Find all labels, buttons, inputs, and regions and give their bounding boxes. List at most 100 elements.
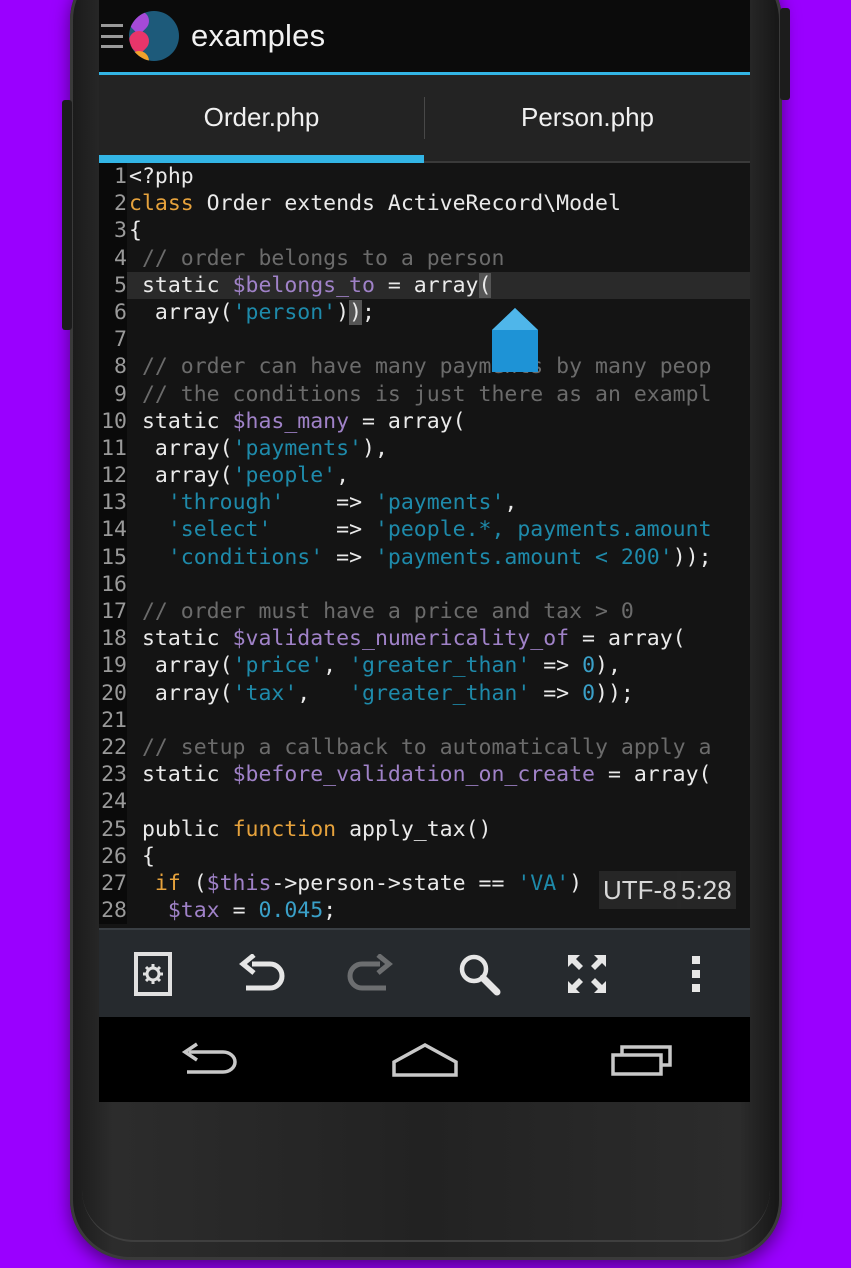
code-text[interactable]: if ($this->person->state == 'VA') [129,870,582,897]
search-icon [459,954,501,995]
line-number: 6 [99,298,127,327]
code-text[interactable]: { [129,217,142,244]
code-line[interactable]: 10 static $has_many = array( [99,407,750,435]
search-button[interactable] [449,944,509,1004]
code-text[interactable]: array('tax', 'greater_than' => 0)); [129,680,634,707]
line-number: 10 [99,407,127,435]
code-line[interactable]: 18 static $validates_numericality_of = a… [99,625,750,653]
line-number: 22 [99,733,127,762]
code-text[interactable]: <?php [129,163,194,190]
line-number: 27 [99,869,127,898]
code-text[interactable]: // order can have many payments by many … [129,353,712,380]
code-line[interactable]: 2 class Order extends ActiveRecord\Model [99,190,750,218]
code-line[interactable]: 17 // order must have a price and tax > … [99,598,750,626]
code-text[interactable]: 'conditions' => 'payments.amount < 200')… [129,544,712,571]
power-button [780,8,790,100]
code-line[interactable]: 23 static $before_validation_on_create =… [99,761,750,789]
redo-icon [347,953,394,990]
code-editor[interactable]: 1 <?php 2 class Order extends ActiveRecord\… [99,163,750,928]
line-number: 18 [99,625,127,653]
code-text[interactable]: // setup a callback to automatically app… [129,734,712,761]
code-text[interactable]: array('price', 'greater_than' => 0), [129,652,621,679]
code-text[interactable]: 'select' => 'people.*, payments.amount [129,516,712,543]
code-text[interactable]: 'through' => 'payments', [129,489,518,516]
line-number: 15 [99,543,127,571]
app-logo-icon[interactable] [129,11,179,61]
code-text[interactable]: array('person')); [129,299,375,326]
code-text[interactable]: static $has_many = array( [129,408,466,435]
code-line[interactable]: 24 [99,788,750,816]
code-line[interactable]: 3{ [99,217,750,245]
code-line[interactable]: 6 array('person')); [99,298,750,327]
code-line[interactable]: 14 'select' => 'people.*, payments.amoun… [99,516,750,544]
line-number: 24 [99,788,127,816]
code-text[interactable]: class Order extends ActiveRecord\Model [129,190,621,217]
tab-person-php[interactable]: Person.php [425,75,750,161]
code-line[interactable]: 13 'through' => 'payments', [99,489,750,517]
code-text[interactable]: { [129,843,155,870]
encoding-indicator[interactable]: UTF-8 [599,871,681,909]
line-number: 17 [99,598,127,626]
line-number: 7 [99,326,127,354]
code-line[interactable]: 15 'conditions' => 'payments.amount < 20… [99,543,750,571]
code-line[interactable]: 26 { [99,842,750,870]
volume-button [62,100,72,330]
tab-order-php[interactable]: Order.php [99,75,424,163]
line-number: 26 [99,842,127,870]
drawer-menu-icon[interactable] [99,24,125,48]
redo-button[interactable] [340,944,400,1004]
code-line[interactable]: 8 // order can have many payments by man… [99,353,750,381]
code-line[interactable]: 19 array('price', 'greater_than' => 0), [99,652,750,680]
line-number: 2 [99,190,127,218]
code-line[interactable]: 4 // order belongs to a person [99,244,750,272]
tab-label: Person.php [521,101,654,132]
settings-button[interactable] [123,944,183,1004]
recents-button[interactable] [597,1030,687,1090]
line-number: 14 [99,516,127,544]
line-number: 4 [99,244,127,272]
code-text[interactable]: static $belongs_to = array( [129,272,492,299]
line-number: 12 [99,462,127,490]
line-number: 20 [99,679,127,707]
code-text[interactable]: static $before_validation_on_create = ar… [129,761,712,788]
home-button[interactable] [380,1030,470,1090]
code-text[interactable]: // order must have a price and tax > 0 [129,598,634,625]
line-number: 13 [99,489,127,517]
code-text[interactable]: $tax = 0.045; [129,897,336,924]
code-text[interactable]: public function apply_tax() [129,816,492,843]
code-line[interactable]: 7 [99,326,750,354]
cursor-handle-icon[interactable] [492,308,538,372]
overflow-menu-button[interactable] [666,944,726,1004]
recents-icon [610,1044,672,1076]
overflow-menu-icon [691,955,700,992]
fullscreen-icon [568,954,607,993]
tab-label: Order.php [203,101,320,132]
code-text[interactable]: array('people', [129,462,349,489]
code-line[interactable]: 20 array('tax', 'greater_than' => 0)); [99,679,750,707]
code-text[interactable]: static $validates_numericality_of = arra… [129,625,686,652]
undo-button[interactable] [232,944,292,1004]
code-line[interactable]: 5 static $belongs_to = array( [99,271,750,299]
code-line[interactable]: 12 array('people', [99,462,750,490]
code-line[interactable]: 11 array('payments'), [99,434,750,463]
code-line[interactable]: 9 // the conditions is just there as an … [99,380,750,408]
line-number: 11 [99,434,127,463]
code-text[interactable]: // order belongs to a person [129,245,504,272]
code-text[interactable]: // the conditions is just there as an ex… [129,381,712,408]
line-number: 28 [99,897,127,925]
settings-icon [134,951,173,996]
code-line[interactable]: 1 <?php [99,163,750,191]
code-line[interactable]: 22 // setup a callback to automatically … [99,733,750,762]
code-line[interactable]: 16 [99,570,750,599]
code-line[interactable]: 21 [99,706,750,734]
fullscreen-button[interactable] [557,944,617,1004]
system-navigation-bar [99,1017,750,1102]
code-text[interactable]: array('payments'), [129,435,388,462]
line-number: 21 [99,706,127,734]
back-button[interactable] [163,1030,253,1090]
line-number: 23 [99,761,127,789]
line-number: 9 [99,380,127,408]
back-icon [181,1042,237,1074]
undo-icon [238,953,285,990]
code-line[interactable]: 25 public function apply_tax() [99,815,750,843]
